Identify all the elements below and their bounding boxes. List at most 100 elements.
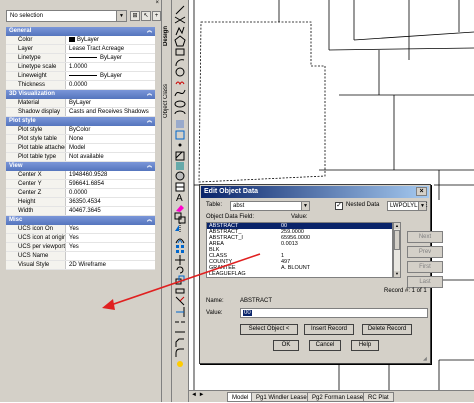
collapse-icon[interactable]: ︽ [147,90,152,99]
pickadd-toggle[interactable]: + [152,11,161,21]
property-row[interactable]: Height 36350.4534 [6,198,155,207]
section-header[interactable]: View ︽ [6,162,155,171]
ok-button[interactable]: OK [273,340,299,351]
property-value[interactable]: 2D Wireframe [66,261,155,269]
property-value[interactable]: Lease Tract Acreage [66,45,155,53]
property-row[interactable]: Thickness 0.0000 [6,81,155,90]
list-item[interactable]: LEAGUEFLAG [207,271,392,277]
property-value[interactable]: 0.0000 [66,189,155,197]
draw-toolbar: A [172,0,189,402]
property-value[interactable]: Yes [66,225,155,233]
tab-object-class[interactable]: Object Class [163,84,169,118]
select-objects-button[interactable]: ↖ [141,11,151,21]
prev-button[interactable]: Prev [407,246,443,258]
object-type-select[interactable]: LWPOLYLINE ▼ [387,201,427,211]
property-label: Center Z [6,189,66,197]
property-row[interactable]: Visual Style 2D Wireframe [6,261,155,270]
close-button[interactable]: × [416,187,427,196]
property-value[interactable]: 1948460.9528 [66,171,155,179]
palette-close-icon[interactable]: × [155,0,159,6]
property-label: UCS Name [6,252,66,260]
property-row[interactable]: UCS Name [6,252,155,261]
property-row[interactable]: Shadow display Casts and Receives Shadows [6,108,155,117]
quick-select-button[interactable]: ⊞ [130,11,140,21]
select-object-button[interactable]: Select Object < [240,324,298,335]
chevron-down-icon: ▼ [116,11,126,21]
tab-layout-windler[interactable]: Pg1 Windler Lease [251,392,312,402]
property-row[interactable]: Plot table attached toModel [6,144,155,153]
property-value[interactable]: Model [66,144,155,152]
property-row[interactable]: Center Y 596641.6854 [6,180,155,189]
tab-layout-forman[interactable]: Pg2 Forman Lease [307,392,369,402]
property-row[interactable]: Color ByLayer [6,36,155,45]
section-header[interactable]: General ︽ [6,27,155,36]
tab-nav-arrows[interactable]: ◄ ► [191,392,205,398]
property-row[interactable]: UCS per viewport Yes [6,243,155,252]
section-title: Misc [9,217,23,223]
first-button[interactable]: First [407,261,443,273]
property-label: Thickness [6,81,66,89]
object-data-list[interactable]: ABSTRACT 00 ABSTRACT_ 259.0000 ABSTRACT_I 659… [206,222,393,278]
property-label: Linetype scale [6,63,66,71]
section-header[interactable]: 3D Visualization ︽ [6,90,155,99]
property-row[interactable]: Width 40467.3645 [6,207,155,216]
section-header[interactable]: Misc ︽ [6,216,155,225]
property-value[interactable]: 36350.4534 [66,198,155,206]
tab-model[interactable]: Model [227,392,254,402]
table-select[interactable]: abst ▼ [230,201,310,211]
help-button[interactable]: Help [351,340,379,351]
property-value-text: ByLayer [77,37,100,43]
selection-combo[interactable]: No selection ▼ [6,10,127,22]
collapse-icon[interactable]: ︽ [147,216,152,225]
property-value[interactable]: ByLayer [66,72,155,80]
insert-record-button[interactable]: Insert Record [304,324,354,335]
property-value[interactable]: ByLayer [66,54,155,62]
value-input[interactable]: 00 [240,308,428,318]
scroll-up-icon[interactable]: ▲ [394,223,400,229]
property-row[interactable]: Linetype scale 1.0000 [6,63,155,72]
property-row[interactable]: UCS icon at origin Yes [6,234,155,243]
section-header[interactable]: Plot style ︽ [6,117,155,126]
delete-record-button[interactable]: Delete Record [362,324,412,335]
property-value[interactable]: ByLayer [66,36,155,44]
list-scrollbar[interactable]: ▲ ▼ [393,222,401,278]
property-value[interactable]: 596641.6854 [66,180,155,188]
property-row[interactable]: Material ByLayer [6,99,155,108]
property-value[interactable]: Casts and Receives Shadows [66,108,155,116]
scroll-thumb[interactable] [394,230,400,250]
property-value[interactable]: 1.0000 [66,63,155,71]
property-label: Color [6,36,66,44]
property-label: Visual Style [6,261,66,269]
next-button[interactable]: Next [407,231,443,243]
property-row[interactable]: Linetype ByLayer [6,54,155,63]
cancel-button[interactable]: Cancel [309,340,341,351]
property-value[interactable]: 0.0000 [66,81,155,89]
property-row[interactable]: Center Z 0.0000 [6,189,155,198]
property-row[interactable]: Plot table type Not available [6,153,155,162]
collapse-icon[interactable]: ︽ [147,117,152,126]
explode-icon[interactable] [174,358,186,370]
resize-grip-icon[interactable]: ◢ [423,356,429,362]
property-row[interactable]: Center X 1948460.9528 [6,171,155,180]
property-value[interactable]: ByColor [66,126,155,134]
tab-layout-rc-plat[interactable]: RC Plat [363,392,394,402]
property-value[interactable]: None [66,135,155,143]
property-value[interactable]: 40467.3645 [66,207,155,215]
property-row[interactable]: Plot style table None [6,135,155,144]
nested-data-checkbox[interactable]: ✓ [335,202,343,210]
collapse-icon[interactable]: ︽ [147,27,152,36]
property-row[interactable]: Plot style ByColor [6,126,155,135]
collapse-icon[interactable]: ︽ [147,162,152,171]
last-button[interactable]: Last [407,276,443,288]
property-row[interactable]: UCS icon On Yes [6,225,155,234]
property-value[interactable]: Yes [66,234,155,242]
scroll-down-icon[interactable]: ▼ [394,271,400,277]
property-value[interactable] [66,252,155,260]
field-value [281,271,392,277]
property-value[interactable]: Not available [66,153,155,161]
property-row[interactable]: Lineweight ByLayer [6,72,155,81]
property-row[interactable]: Layer Lease Tract Acreage [6,45,155,54]
tab-design[interactable]: Design [163,26,169,46]
property-value[interactable]: ByLayer [66,99,155,107]
property-value[interactable]: Yes [66,243,155,251]
